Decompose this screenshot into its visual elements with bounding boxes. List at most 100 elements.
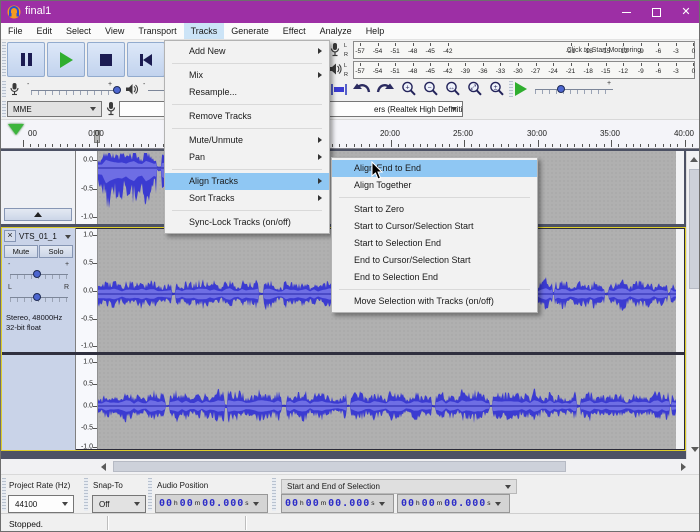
recording-volume-slider[interactable]: [31, 90, 117, 91]
close-button[interactable]: ✕: [671, 1, 700, 23]
menu-item-resample-[interactable]: Resample...: [165, 84, 329, 101]
scroll-up-icon[interactable]: [690, 157, 698, 162]
menu-item-sync-lock-tracks-on-off-[interactable]: Sync-Lock Tracks (on/off): [165, 214, 329, 231]
track2-solo-button[interactable]: Solo: [39, 245, 73, 258]
selection-mode-combo[interactable]: Start and End of Selection: [281, 479, 517, 494]
menu-item-add-new[interactable]: Add New: [165, 43, 329, 60]
timeline-ruler[interactable]: 00 0:0020:0025:0030:0035:0040:00: [1, 119, 700, 149]
play-speed-slider[interactable]: [535, 89, 613, 90]
menubar-item-generate[interactable]: Generate: [224, 23, 276, 39]
menu-item-move-selection-with-tracks-on-off-[interactable]: Move Selection with Tracks (on/off): [332, 293, 537, 310]
selection-grip[interactable]: [272, 478, 276, 511]
audio-position-field[interactable]: 00h00m00.000s: [155, 494, 268, 513]
playback-meter-speaker-button[interactable]: [328, 62, 342, 81]
snap-to-combo[interactable]: Off: [92, 495, 146, 513]
zoom-selection-button[interactable]: ↔: [445, 81, 465, 97]
play-at-speed-button[interactable]: [515, 82, 527, 96]
menubar-item-tracks[interactable]: Tracks: [184, 23, 225, 39]
zoom-fit-button[interactable]: ⤢: [467, 81, 487, 97]
time-digits[interactable]: 00: [159, 498, 173, 509]
time-digits[interactable]: 00.000: [444, 498, 486, 509]
menubar-item-select[interactable]: Select: [59, 23, 98, 39]
menu-item-remove-tracks[interactable]: Remove Tracks: [165, 108, 329, 125]
device-toolbar-grip[interactable]: [2, 101, 6, 117]
play-button[interactable]: [47, 42, 85, 77]
menu-item-mute-unmute[interactable]: Mute/Unmute: [165, 132, 329, 149]
menubar-item-edit[interactable]: Edit: [30, 23, 60, 39]
skip-to-start-button[interactable]: [127, 42, 165, 77]
vertical-scrollbar[interactable]: [686, 151, 700, 459]
snap-grip[interactable]: [84, 478, 88, 511]
chevron-down-icon[interactable]: [253, 502, 259, 506]
mixer-toolbar-grip[interactable]: [2, 81, 6, 97]
menu-item-start-to-cursor-selection-start[interactable]: Start to Cursor/Selection Start: [332, 218, 537, 235]
track1-control-panel[interactable]: [1, 151, 76, 224]
record-meter-mic-button[interactable]: [329, 42, 341, 63]
timeline-tick: [398, 144, 399, 147]
timeline-options-button[interactable]: [8, 124, 24, 135]
zoom-in-button[interactable]: +: [401, 81, 421, 97]
audio-host-combo[interactable]: MME: [7, 101, 102, 117]
scroll-down-icon[interactable]: [691, 447, 699, 452]
time-digits[interactable]: 00: [285, 498, 299, 509]
horizontal-scrollbar[interactable]: [1, 459, 700, 474]
recording-volume-thumb[interactable]: [113, 86, 121, 94]
selection-toolbar-grip[interactable]: [2, 478, 6, 511]
pause-button[interactable]: [7, 42, 45, 77]
track2-close-button[interactable]: ×: [4, 230, 16, 242]
time-digits[interactable]: 00: [401, 498, 415, 509]
track2-control-panel[interactable]: × VTS_01_1 Mute Solo - + L R Stereo, 480…: [2, 228, 76, 450]
menu-item-end-to-selection-end[interactable]: End to Selection End: [332, 269, 537, 286]
menu-item-align-end-to-end[interactable]: Align End to End: [332, 160, 537, 177]
zoom-toggle-button[interactable]: ±: [489, 81, 509, 97]
zoom-out-button[interactable]: −: [423, 81, 443, 97]
maximize-button[interactable]: [641, 1, 671, 23]
minimize-button[interactable]: [611, 1, 641, 23]
time-digits[interactable]: 00: [180, 498, 194, 509]
audio-position-grip[interactable]: [148, 478, 152, 511]
menu-item-start-to-zero[interactable]: Start to Zero: [332, 201, 537, 218]
monitoring-hint-text[interactable]: Click to Start Monitoring: [567, 47, 641, 54]
menu-item-align-tracks[interactable]: Align Tracks: [165, 173, 329, 190]
scroll-left-icon[interactable]: [101, 463, 106, 471]
menubar-item-help[interactable]: Help: [359, 23, 392, 39]
playback-meter[interactable]: -57-54-51-48-45-42-39-36-33-30-27-24-21-…: [353, 61, 695, 79]
selection-start-field[interactable]: 00h00m00.000s: [281, 494, 394, 513]
menu-item-align-together[interactable]: Align Together: [332, 177, 537, 194]
time-digits[interactable]: 00.000: [328, 498, 370, 509]
menu-item-pan[interactable]: Pan: [165, 149, 329, 166]
scroll-right-icon[interactable]: [681, 463, 686, 471]
menu-item-start-to-selection-end[interactable]: Start to Selection End: [332, 235, 537, 252]
time-digits[interactable]: 00: [306, 498, 320, 509]
chevron-down-icon[interactable]: [379, 502, 385, 506]
track2-mute-button[interactable]: Mute: [4, 245, 38, 258]
time-digits[interactable]: 00: [422, 498, 436, 509]
recording-meter[interactable]: -57-54-51-48-45-42-21-18-15-12-9-6-30Cli…: [353, 41, 695, 59]
selection-end-field[interactable]: 00h00m00.000s: [397, 494, 510, 513]
menu-item-sort-tracks[interactable]: Sort Tracks: [165, 190, 329, 207]
timeline-tick: [354, 144, 355, 147]
gain-slider-thumb[interactable]: [33, 270, 41, 278]
chevron-down-icon[interactable]: [495, 502, 501, 506]
menu-item-end-to-cursor-selection-start[interactable]: End to Cursor/Selection Start: [332, 252, 537, 269]
time-digits[interactable]: 00.000: [202, 498, 244, 509]
play-speed-thumb[interactable]: [557, 85, 565, 93]
vertical-scroll-thumb[interactable]: [689, 169, 700, 289]
track1-collapse-button[interactable]: [4, 208, 72, 221]
play-at-speed-grip[interactable]: [509, 81, 513, 97]
menubar-item-view[interactable]: View: [98, 23, 131, 39]
project-rate-combo[interactable]: 44100: [8, 495, 74, 513]
stop-button[interactable]: [87, 42, 125, 77]
trim-audio-button[interactable]: [329, 82, 349, 97]
undo-button[interactable]: [353, 82, 372, 101]
transport-toolbar-grip[interactable]: [2, 42, 6, 77]
menubar-item-effect[interactable]: Effect: [276, 23, 313, 39]
horizontal-scroll-thumb[interactable]: [113, 461, 566, 472]
menubar-item-transport[interactable]: Transport: [131, 23, 183, 39]
menubar-item-file[interactable]: File: [1, 23, 30, 39]
menu-item-mix[interactable]: Mix: [165, 67, 329, 84]
track2-menu-button[interactable]: [65, 235, 71, 239]
pan-slider-thumb[interactable]: [33, 293, 41, 301]
menubar-item-analyze[interactable]: Analyze: [313, 23, 359, 39]
redo-button[interactable]: [375, 82, 394, 101]
